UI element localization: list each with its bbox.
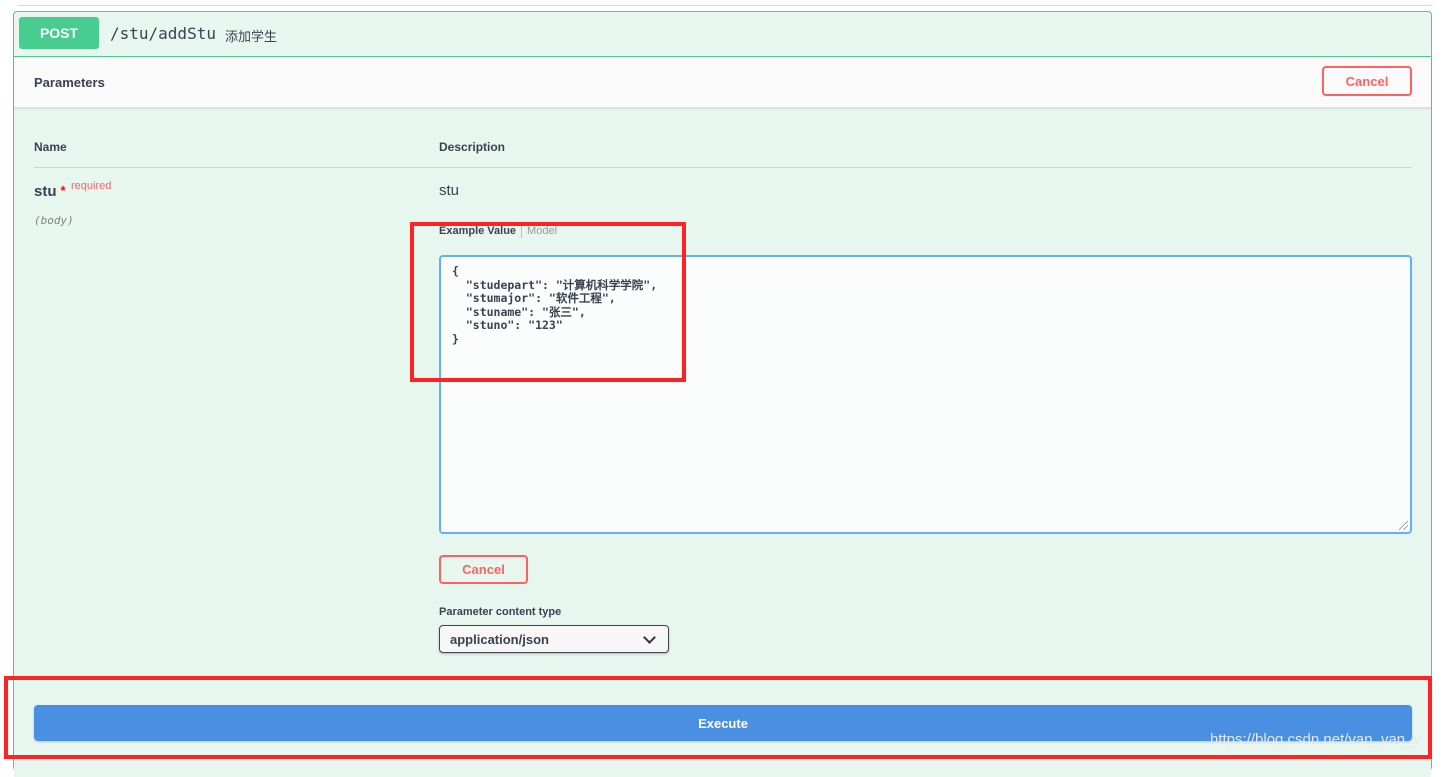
example-tabs: Example Value Model <box>439 224 557 238</box>
endpoint-path: /stu/addStu <box>110 24 216 43</box>
param-name: stu * <box>34 183 66 200</box>
endpoint-summary: 添加学生 <box>225 29 278 44</box>
watermark: https://blog.csdn.net/van_van_v <box>1210 731 1421 748</box>
tab-model[interactable]: Model <box>527 225 557 237</box>
content-type-value: application/json <box>450 632 549 647</box>
tab-example-value[interactable]: Example Value <box>439 225 516 237</box>
method-badge: POST <box>19 17 99 49</box>
column-header-name: Name <box>34 140 67 154</box>
param-description: stu <box>439 182 460 199</box>
param-location: (body) <box>34 214 74 227</box>
top-divider <box>18 5 1432 6</box>
parameters-title: Parameters <box>34 75 105 90</box>
content-type-select[interactable]: application/json <box>439 625 669 653</box>
execute-button[interactable]: Execute <box>34 705 1412 741</box>
header-cancel-button[interactable]: Cancel <box>1322 66 1412 96</box>
request-body-textarea[interactable]: { "studepart": "计算机科学学院", "stumajor": "软… <box>439 255 1412 534</box>
execute-wrapper: Execute <box>14 676 1431 777</box>
required-label: required <box>71 180 112 192</box>
tab-separator <box>521 224 523 238</box>
body-cancel-button[interactable]: Cancel <box>439 555 528 584</box>
content-type-label: Parameter content type <box>439 606 562 618</box>
textarea-resize-handle[interactable] <box>1398 520 1410 532</box>
param-name-text: stu <box>34 183 57 200</box>
required-star: * <box>60 183 66 198</box>
chevron-down-icon <box>643 631 656 644</box>
column-header-description: Description <box>439 140 506 154</box>
parameters-header: Parameters Cancel <box>14 57 1431 108</box>
operation-block: POST /stu/addStu 添加学生 Parameters Cancel … <box>13 11 1432 777</box>
operation-summary[interactable]: POST /stu/addStu 添加学生 <box>14 12 1431 57</box>
table-header-divider <box>34 167 1412 168</box>
